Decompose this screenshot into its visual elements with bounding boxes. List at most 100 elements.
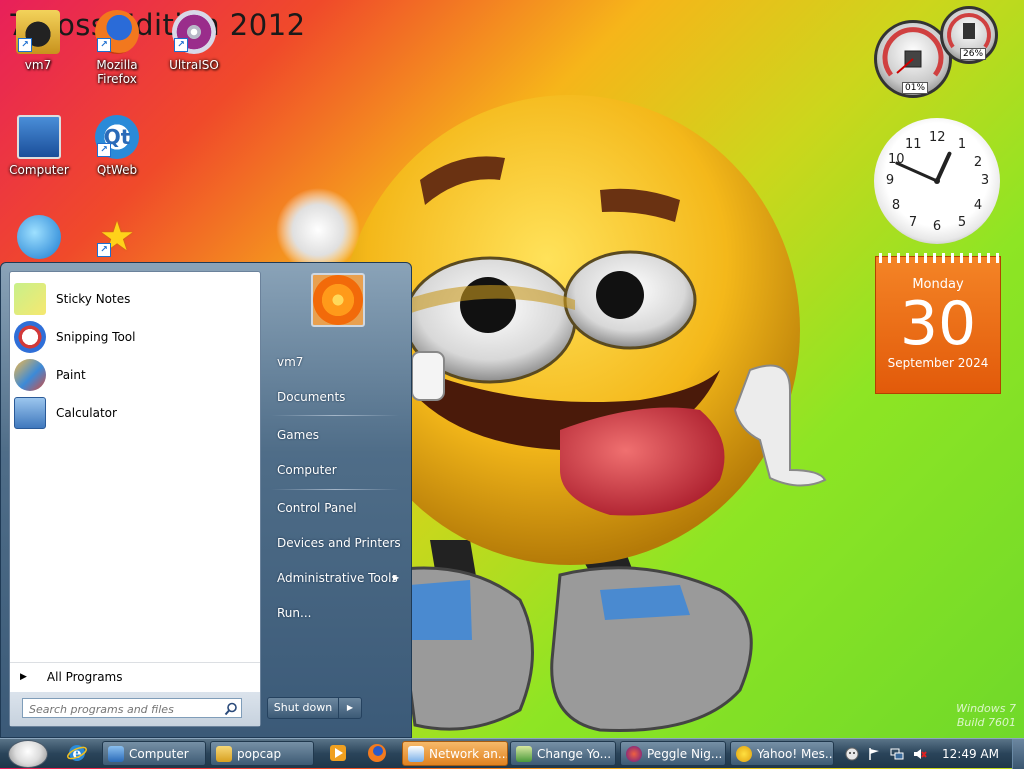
program-item-calculator[interactable]: Calculator — [10, 394, 260, 432]
cpu-percent-readout: 01% — [902, 82, 929, 94]
taskbar-button-label: Yahoo! Mes... — [757, 747, 834, 761]
taskbar-button-label: popcap — [237, 747, 282, 761]
star-icon: ★ ↗ — [95, 215, 139, 259]
calendar-day-number: 30 — [899, 289, 977, 359]
network-tray-icon[interactable] — [890, 747, 904, 761]
internet-explorer-icon[interactable]: e — [66, 742, 88, 764]
desktop-icon-qtweb[interactable]: Qt ↗ QtWeb — [81, 115, 153, 177]
all-programs-button[interactable]: ▶ All Programs — [10, 662, 260, 691]
taskbar-button-label: Network an... — [429, 747, 508, 761]
desktop-icon-firefox[interactable]: ↗ Mozilla Firefox — [81, 10, 153, 86]
desktop-icon-label: QtWeb — [96, 163, 138, 177]
media-player-icon[interactable] — [327, 742, 349, 764]
calendar-binding-rings — [876, 253, 1000, 263]
program-item-label: Calculator — [56, 406, 117, 420]
shortcut-arrow-icon: ↗ — [174, 38, 188, 52]
start-menu-places-pane: vm7 Documents Games Computer Control Pan… — [263, 271, 403, 727]
cpu-meter-gadget[interactable]: 01% 26% — [874, 6, 998, 104]
taskbar-button-label: Computer — [129, 747, 189, 761]
desktop-icon-label: Computer — [9, 163, 69, 177]
control-panel-icon — [516, 746, 532, 762]
volume-muted-icon[interactable] — [913, 747, 927, 761]
calendar-month-year: September 2024 — [887, 356, 989, 370]
desktop-icon-ultraiso[interactable]: ↗ UltraISO — [158, 10, 230, 72]
memory-percent-readout: 26% — [960, 48, 987, 60]
taskbar-button-change-your[interactable]: Change Yo... — [510, 741, 616, 766]
calendar-gadget[interactable]: Monday 30 September 2024 — [875, 253, 1001, 394]
start-link-games[interactable]: Games — [277, 428, 319, 442]
triangle-right-icon: ▶ — [20, 672, 27, 682]
taskbar-button-peggle[interactable]: Peggle Nig... — [620, 741, 726, 766]
user-avatar[interactable] — [311, 273, 365, 327]
search-icon[interactable] — [224, 702, 238, 716]
start-link-administrative-tools[interactable]: Administrative Tools — [277, 571, 398, 585]
search-input[interactable] — [22, 698, 242, 718]
desktop-icon-network[interactable] — [3, 215, 75, 263]
taskbar-button-popcap[interactable]: popcap — [210, 741, 314, 766]
brand-line-2: Build 7601 — [956, 716, 1016, 729]
program-item-sticky-notes[interactable]: Sticky Notes — [10, 280, 260, 318]
folder-icon — [216, 746, 232, 762]
start-button[interactable] — [8, 740, 48, 768]
desktop-icon-favorites[interactable]: ★ ↗ — [81, 215, 153, 263]
taskbar-button-label: Change Yo... — [537, 747, 612, 761]
taskbar: e Computer popcap Network an... Change Y… — [0, 738, 1024, 769]
desktop-icon-label: vm7 — [24, 58, 52, 72]
taskbar-button-computer[interactable]: Computer — [102, 741, 206, 766]
desktop-icon-label: UltraISO — [169, 58, 219, 72]
shortcut-arrow-icon: ↗ — [18, 38, 32, 52]
program-item-label: Sticky Notes — [56, 292, 131, 306]
start-link-computer[interactable]: Computer — [277, 463, 337, 477]
shortcut-arrow-icon: ↗ — [97, 38, 111, 52]
taskbar-button-network[interactable]: Network an... — [402, 741, 508, 766]
menu-separator — [271, 489, 399, 490]
shortcut-arrow-icon: ↗ — [97, 143, 111, 157]
shortcut-arrow-icon: ↗ — [97, 243, 111, 257]
vm7-icon: ↗ — [16, 10, 60, 54]
yahoo-messenger-icon — [736, 746, 752, 762]
paint-icon — [14, 359, 46, 391]
start-search-area — [10, 692, 260, 726]
start-menu: Sticky Notes Snipping Tool Paint Calcula… — [0, 262, 412, 738]
program-item-label: Snipping Tool — [56, 330, 136, 344]
clock-minute-hand — [895, 161, 939, 183]
submenu-arrow-icon: ▶ — [393, 573, 400, 582]
computer-icon — [17, 115, 61, 159]
desktop-icon-vm7[interactable]: ↗ vm7 — [2, 10, 74, 72]
firefox-icon[interactable] — [366, 742, 388, 764]
start-menu-programs-pane: Sticky Notes Snipping Tool Paint Calcula… — [9, 271, 261, 727]
messenger-tray-icon[interactable] — [845, 747, 859, 761]
shut-down-button[interactable]: Shut down — [267, 697, 339, 719]
program-item-label: Paint — [56, 368, 86, 382]
ultraiso-icon: ↗ — [172, 10, 216, 54]
chevron-right-icon: ▶ — [346, 703, 354, 712]
start-link-devices-printers[interactable]: Devices and Printers — [277, 536, 401, 550]
wallpaper-brand-watermark: Windows 7 Build 7601 — [956, 702, 1016, 730]
globe-icon — [17, 215, 61, 259]
sticky-notes-icon — [14, 283, 46, 315]
show-desktop-button[interactable] — [1012, 739, 1024, 769]
start-link-documents[interactable]: Documents — [277, 390, 345, 404]
taskbar-clock[interactable]: 12:49 AM — [942, 747, 999, 761]
shutdown-control: Shut down ▶ — [267, 697, 363, 719]
desktop-icon-computer[interactable]: Computer — [3, 115, 75, 177]
clock-gadget[interactable]: 12 1 2 3 4 5 6 7 8 9 10 11 — [874, 118, 1000, 244]
firefox-icon: ↗ — [95, 10, 139, 54]
taskbar-button-yahoo-messenger[interactable]: Yahoo! Mes... — [730, 741, 834, 766]
snipping-tool-icon — [14, 321, 46, 353]
menu-separator — [271, 415, 399, 416]
shut-down-options-button[interactable]: ▶ — [338, 697, 362, 719]
network-icon — [408, 746, 424, 762]
clock-hands — [895, 151, 952, 184]
peggle-icon — [626, 746, 642, 762]
start-link-control-panel[interactable]: Control Panel — [277, 501, 357, 515]
calculator-icon — [14, 397, 46, 429]
program-item-paint[interactable]: Paint — [10, 356, 260, 394]
start-link-run[interactable]: Run... — [277, 606, 311, 620]
clock-hour-hand — [935, 151, 952, 183]
taskbar-button-label: Peggle Nig... — [647, 747, 723, 761]
start-link-user[interactable]: vm7 — [277, 355, 303, 369]
action-center-flag-icon[interactable] — [867, 747, 881, 761]
program-item-snipping-tool[interactable]: Snipping Tool — [10, 318, 260, 356]
all-programs-label: All Programs — [46, 670, 123, 684]
